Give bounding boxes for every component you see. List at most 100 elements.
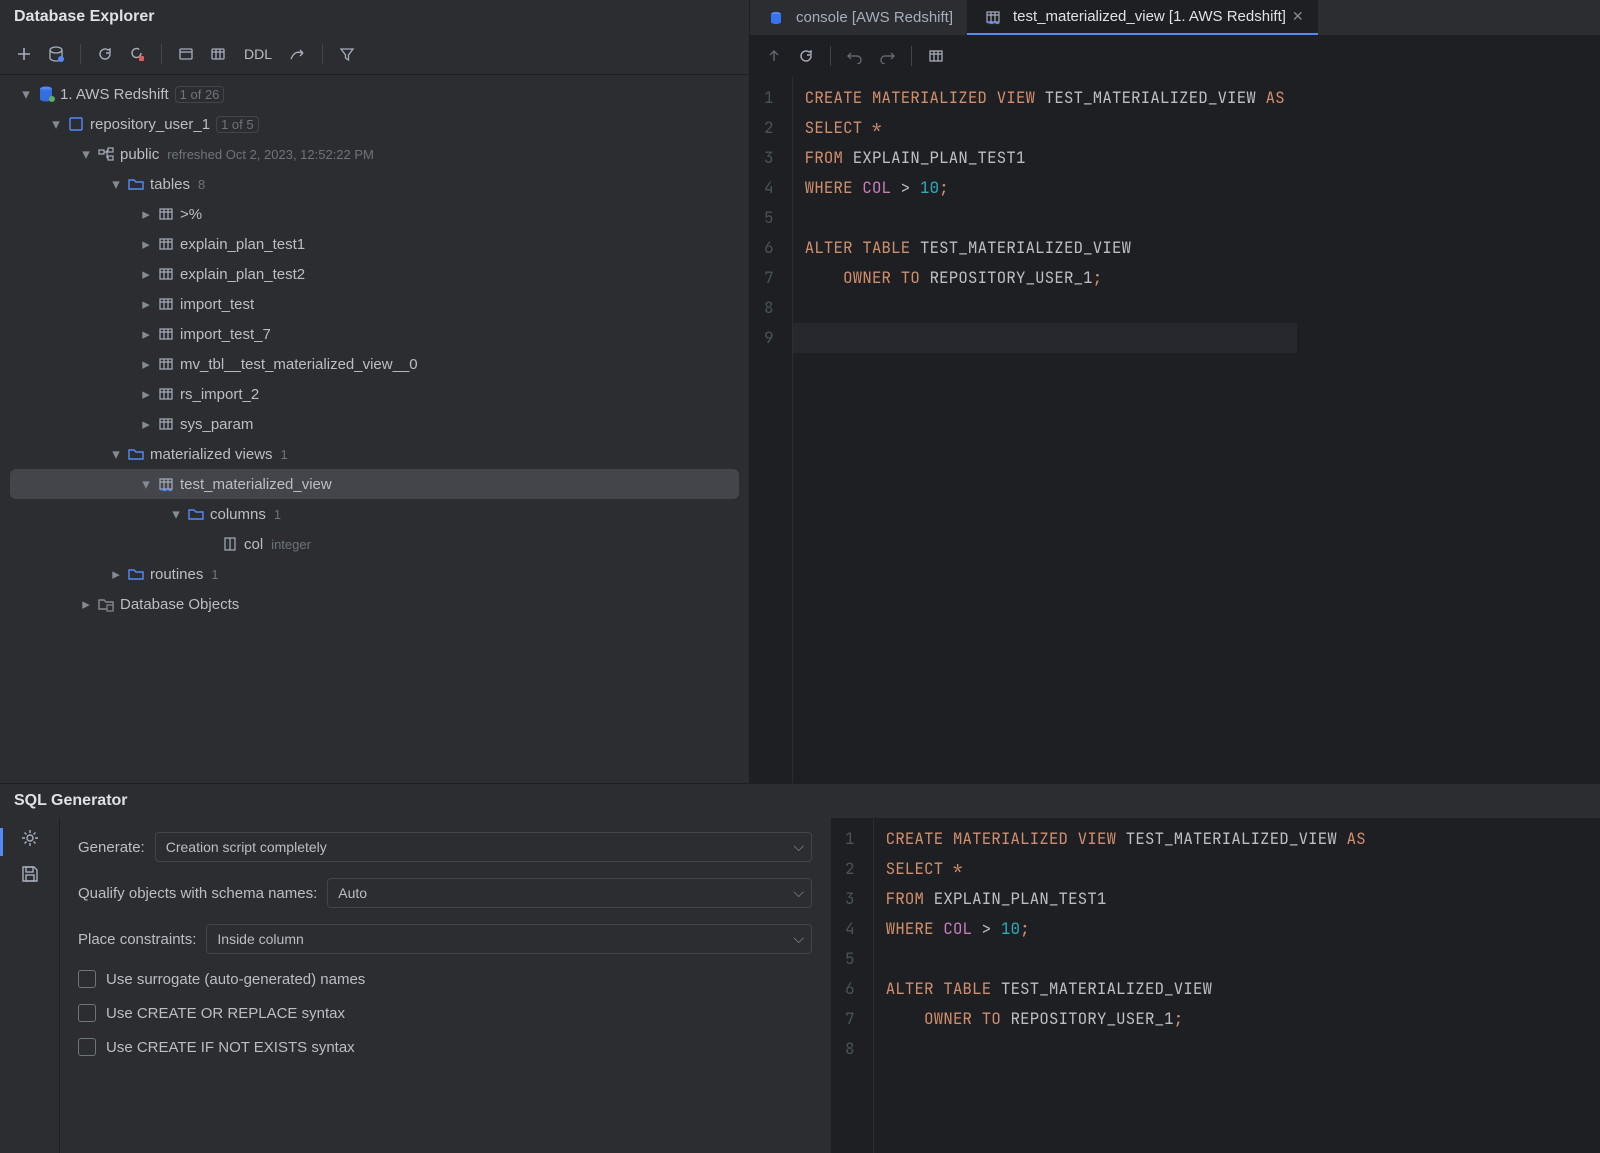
database-tree[interactable]: ▾ 1. AWS Redshift 1 of 26 ▾ repository_u…	[0, 75, 749, 783]
filter-icon[interactable]	[333, 40, 361, 68]
chevron-right-icon[interactable]: ▸	[78, 596, 94, 612]
chevron-down-icon[interactable]: ▾	[138, 476, 154, 492]
tree-node-schema-user[interactable]: ▾ repository_user_1 1 of 5	[0, 109, 749, 139]
line-number: 3	[764, 143, 774, 173]
chevron-right-icon[interactable]: ▸	[138, 206, 154, 222]
table-view-icon[interactable]	[922, 42, 950, 70]
tab-console[interactable]: console [AWS Redshift]	[750, 0, 967, 35]
tree-node-db-objects[interactable]: ▸ Database Objects	[0, 589, 749, 619]
table-icon	[156, 326, 176, 342]
checkbox-create-if-not-exists[interactable]: Use CREATE IF NOT EXISTS syntax	[78, 1038, 812, 1056]
line-number: 4	[764, 173, 774, 203]
column-type: integer	[271, 537, 311, 552]
upload-icon[interactable]	[760, 42, 788, 70]
sqlgen-preview-editor[interactable]: 1 2 3 4 5 6 7 8 CREATE MATERIALIZED VIEW…	[830, 818, 1600, 1153]
chevron-down-icon[interactable]: ▾	[168, 506, 184, 522]
qualify-label: Qualify objects with schema names:	[78, 885, 317, 902]
columns-label: columns	[210, 506, 266, 523]
checkbox-label: Use surrogate (auto-generated) names	[106, 971, 365, 988]
table-label: >%	[180, 206, 202, 223]
gear-icon[interactable]	[20, 828, 40, 848]
chevron-down-icon[interactable]: ▾	[108, 176, 124, 192]
chevron-down-icon[interactable]: ▾	[78, 146, 94, 162]
line-number: 5	[764, 203, 774, 233]
table-label: explain_plan_test2	[180, 266, 305, 283]
tree-node-mview-selected[interactable]: ▾ test_materialized_view	[10, 469, 739, 499]
line-number: 1	[845, 824, 855, 854]
editor-toolbar	[750, 36, 1600, 77]
tree-node-public[interactable]: ▾ public refreshed Oct 2, 2023, 12:52:22…	[0, 139, 749, 169]
chevron-right-icon[interactable]: ▸	[138, 386, 154, 402]
tree-node-mviews[interactable]: ▾ materialized views 1	[0, 439, 749, 469]
tree-node-routines[interactable]: ▸ routines 1	[0, 559, 749, 589]
tab-mview[interactable]: test_materialized_view [1. AWS Redshift]…	[967, 0, 1318, 35]
routines-label: routines	[150, 566, 203, 583]
chevron-down-icon[interactable]: ▾	[108, 446, 124, 462]
chevron-right-icon[interactable]: ▸	[138, 266, 154, 282]
tree-node-table[interactable]: ▸ >%	[0, 199, 749, 229]
stop-refresh-icon[interactable]	[123, 40, 151, 68]
tree-node-columns[interactable]: ▾ columns 1	[0, 499, 749, 529]
tree-node-table[interactable]: ▸import_test	[0, 289, 749, 319]
refresh-icon[interactable]	[91, 40, 119, 68]
ddl-button[interactable]: DDL	[236, 46, 280, 62]
preview-content[interactable]: CREATE MATERIALIZED VIEW TEST_MATERIALIZ…	[874, 818, 1378, 1153]
checkbox-icon[interactable]	[78, 970, 96, 988]
chevron-down-icon[interactable]: ▾	[48, 116, 64, 132]
chevron-right-icon[interactable]: ▸	[138, 416, 154, 432]
tree-node-table[interactable]: ▸sys_param	[0, 409, 749, 439]
table-icon	[156, 386, 176, 402]
datasource-badge: 1 of 26	[175, 86, 225, 103]
add-icon[interactable]	[10, 40, 38, 68]
database-icon	[36, 85, 56, 103]
chevron-right-icon[interactable]: ▸	[138, 356, 154, 372]
jump-to-console-icon[interactable]	[284, 40, 312, 68]
tree-node-tables[interactable]: ▾ tables 8	[0, 169, 749, 199]
save-icon[interactable]	[20, 864, 40, 884]
column-name: col	[244, 536, 263, 553]
columns-count: 1	[274, 507, 281, 522]
database-explorer-panel: Database Explorer DDL ▾ 1. AWS Redshift …	[0, 0, 750, 783]
checkbox-icon[interactable]	[78, 1004, 96, 1022]
chevron-right-icon[interactable]: ▸	[138, 326, 154, 342]
layout-icon[interactable]	[172, 40, 200, 68]
chevron-right-icon[interactable]: ▸	[138, 236, 154, 252]
close-icon[interactable]: ✕	[1292, 8, 1304, 25]
constraints-select[interactable]: Inside column	[206, 924, 812, 954]
checkbox-label: Use CREATE OR REPLACE syntax	[106, 1005, 345, 1022]
sqlgen-ribbon	[0, 818, 60, 1153]
preview-gutter: 1 2 3 4 5 6 7 8	[831, 818, 874, 1153]
qualify-select[interactable]: Auto	[327, 878, 812, 908]
mview-label: test_materialized_view	[180, 476, 332, 493]
datasource-properties-icon[interactable]	[42, 40, 70, 68]
chevron-right-icon[interactable]: ▸	[138, 296, 154, 312]
public-label: public	[120, 146, 159, 163]
line-number: 7	[764, 263, 774, 293]
sql-editor[interactable]: 1 2 3 4 5 6 7 8 9 CREATE MATERIALIZED VI…	[750, 77, 1600, 783]
console-icon	[766, 10, 786, 26]
mviews-count: 1	[281, 447, 288, 462]
tree-node-table[interactable]: ▸mv_tbl__test_materialized_view__0	[0, 349, 749, 379]
undo-icon[interactable]	[841, 42, 869, 70]
column-icon	[220, 536, 240, 552]
tree-node-table[interactable]: ▸ explain_plan_test2	[0, 259, 749, 289]
generate-select[interactable]: Creation script completely	[155, 832, 812, 862]
chevron-right-icon[interactable]: ▸	[108, 566, 124, 582]
tree-node-column[interactable]: col integer	[0, 529, 749, 559]
tree-node-table[interactable]: ▸explain_plan_test1	[0, 229, 749, 259]
tree-node-datasource[interactable]: ▾ 1. AWS Redshift 1 of 26	[0, 79, 749, 109]
checkbox-create-or-replace[interactable]: Use CREATE OR REPLACE syntax	[78, 1004, 812, 1022]
checkbox-icon[interactable]	[78, 1038, 96, 1056]
redo-icon[interactable]	[873, 42, 901, 70]
tree-node-table[interactable]: ▸import_test_7	[0, 319, 749, 349]
checkbox-surrogate[interactable]: Use surrogate (auto-generated) names	[78, 970, 812, 988]
sqlgen-form: Generate: Creation script completely Qua…	[60, 818, 830, 1153]
tables-label: tables	[150, 176, 190, 193]
refresh-icon[interactable]	[792, 42, 820, 70]
editor-content[interactable]: CREATE MATERIALIZED VIEW TEST_MATERIALIZ…	[793, 77, 1297, 783]
chevron-down-icon[interactable]: ▾	[18, 86, 34, 102]
tree-node-table[interactable]: ▸rs_import_2	[0, 379, 749, 409]
table-icon	[156, 296, 176, 312]
folder-icon	[126, 446, 146, 462]
table-view-icon[interactable]	[204, 40, 232, 68]
